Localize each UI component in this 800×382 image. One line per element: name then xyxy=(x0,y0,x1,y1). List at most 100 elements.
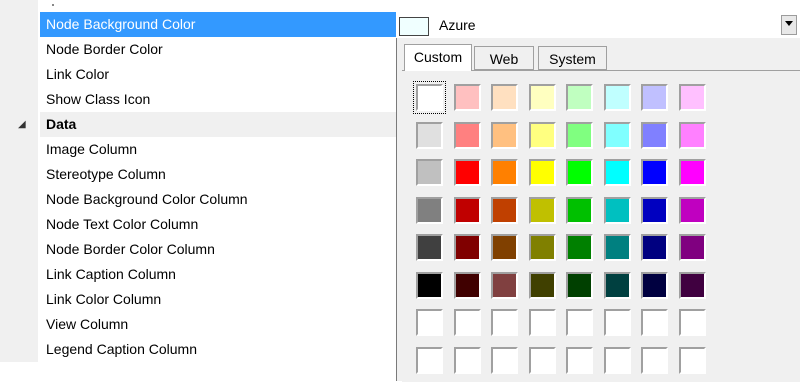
property-row[interactable]: View Column xyxy=(0,312,396,337)
property-label: Node Border Color xyxy=(46,41,163,57)
property-label: Link Color xyxy=(46,66,110,82)
color-swatch-cell[interactable] xyxy=(453,159,481,186)
property-label: Show Class Icon xyxy=(46,91,151,107)
color-swatch-cell[interactable] xyxy=(416,309,443,336)
color-swatch-cell[interactable] xyxy=(678,196,706,224)
color-swatch-cell[interactable] xyxy=(453,196,481,224)
color-swatch-cell[interactable] xyxy=(528,346,556,374)
property-row[interactable]: Node Background Color xyxy=(0,12,396,37)
color-swatch-cell[interactable] xyxy=(603,271,631,299)
color-swatch-cell[interactable] xyxy=(566,84,593,111)
color-swatch-cell[interactable] xyxy=(641,159,668,186)
color-swatch-cell[interactable] xyxy=(566,196,593,224)
color-swatch-cell[interactable] xyxy=(453,121,481,149)
color-swatch-cell[interactable] xyxy=(603,196,631,224)
color-swatch-cell[interactable] xyxy=(528,196,556,224)
color-swatch-cell[interactable] xyxy=(453,84,481,111)
color-swatch-cell[interactable] xyxy=(678,159,706,186)
property-row[interactable]: Show Class Icon xyxy=(0,87,396,112)
tab-web[interactable]: Web xyxy=(474,46,534,70)
scroll-remnant xyxy=(52,4,54,6)
color-swatch-cell[interactable] xyxy=(641,271,668,299)
property-row[interactable]: Image Column xyxy=(0,137,396,162)
color-swatch-cell[interactable] xyxy=(528,309,556,336)
property-label: Image Column xyxy=(46,141,138,157)
color-swatch-cell[interactable] xyxy=(566,271,593,299)
color-swatch-cell[interactable] xyxy=(528,159,556,186)
color-swatch-cell[interactable] xyxy=(566,159,593,186)
color-swatch-cell[interactable] xyxy=(678,234,706,261)
color-swatch-cell[interactable] xyxy=(641,121,668,149)
color-swatch-cell[interactable] xyxy=(528,271,556,299)
property-label: Node Text Color Column xyxy=(46,216,199,232)
collapse-triangle-icon[interactable]: ◢ xyxy=(18,112,26,137)
color-swatch-cell[interactable] xyxy=(491,346,518,374)
property-row[interactable]: Node Border Color Column xyxy=(0,237,396,262)
color-swatch-cell[interactable] xyxy=(566,234,593,261)
property-label: Stereotype Column xyxy=(46,166,166,182)
property-row[interactable]: Node Text Color Column xyxy=(0,212,396,237)
color-swatch-cell[interactable] xyxy=(566,121,593,149)
property-row[interactable]: Node Background Color Column xyxy=(0,187,396,212)
color-swatch-cell[interactable] xyxy=(491,121,518,149)
property-label: Link Color Column xyxy=(46,291,162,307)
dropdown-button[interactable] xyxy=(781,15,797,35)
color-swatch-cell[interactable] xyxy=(416,121,443,149)
category-label: Data xyxy=(46,116,77,132)
color-swatch-cell[interactable] xyxy=(416,346,443,374)
property-label: Node Background Color xyxy=(46,16,196,32)
color-swatch-cell[interactable] xyxy=(453,346,481,374)
property-row[interactable]: Node Border Color xyxy=(0,37,396,62)
property-grid: Node Background Color Node Border Color Li… xyxy=(0,0,396,362)
property-row[interactable]: Link Color xyxy=(0,62,396,87)
color-swatch-cell[interactable] xyxy=(416,234,443,261)
color-swatch-cell[interactable] xyxy=(528,121,556,149)
color-swatch-cell[interactable] xyxy=(491,196,518,224)
color-swatch-cell[interactable] xyxy=(491,271,518,299)
color-swatch-cell[interactable] xyxy=(491,159,518,186)
color-swatch-cell[interactable] xyxy=(603,121,631,149)
color-swatch-cell[interactable] xyxy=(641,234,668,261)
custom-palette-panel xyxy=(402,70,800,382)
color-swatch-cell[interactable] xyxy=(416,159,443,186)
color-picker-popup: Custom Web System xyxy=(396,38,800,382)
color-swatch-cell[interactable] xyxy=(491,309,518,336)
color-swatch-cell[interactable] xyxy=(416,271,443,299)
color-swatch-cell[interactable] xyxy=(491,84,518,111)
property-row[interactable]: Link Color Column xyxy=(0,287,396,312)
property-label: Node Background Color Column xyxy=(46,191,248,207)
property-row[interactable]: Stereotype Column xyxy=(0,162,396,187)
color-swatch-cell[interactable] xyxy=(453,309,481,336)
property-row[interactable]: Legend Caption Column xyxy=(0,337,396,362)
color-swatch-cell[interactable] xyxy=(678,121,706,149)
chevron-down-icon xyxy=(785,21,793,26)
color-swatch-cell[interactable] xyxy=(603,234,631,261)
color-swatch-cell[interactable] xyxy=(491,234,518,261)
property-row[interactable]: Link Caption Column xyxy=(0,262,396,287)
color-swatch-cell[interactable] xyxy=(603,346,631,374)
color-swatch-cell[interactable] xyxy=(678,84,706,111)
color-swatch-cell[interactable] xyxy=(678,346,706,374)
color-swatch-cell[interactable] xyxy=(528,234,556,261)
color-swatch-cell[interactable] xyxy=(641,84,668,111)
color-swatch-cell[interactable] xyxy=(603,159,631,186)
color-swatch-cell[interactable] xyxy=(413,81,446,114)
tab-custom[interactable]: Custom xyxy=(404,44,472,71)
color-swatch-cell[interactable] xyxy=(641,309,668,336)
tab-system[interactable]: System xyxy=(538,46,607,70)
color-swatch-cell[interactable] xyxy=(678,271,706,299)
color-swatch-cell[interactable] xyxy=(641,196,668,224)
color-value-editor[interactable]: Azure xyxy=(396,12,800,39)
color-swatch-cell[interactable] xyxy=(603,309,631,336)
row-cell xyxy=(40,112,396,137)
color-swatch-cell[interactable] xyxy=(416,196,443,224)
color-swatch-cell[interactable] xyxy=(453,271,481,299)
category-row[interactable]: ◢ Data xyxy=(0,112,396,137)
color-swatch-cell[interactable] xyxy=(566,309,593,336)
color-swatch-cell[interactable] xyxy=(528,84,556,111)
color-swatch-cell[interactable] xyxy=(641,346,668,374)
color-swatch-cell[interactable] xyxy=(678,309,706,336)
color-swatch-cell[interactable] xyxy=(603,84,631,111)
color-swatch-cell[interactable] xyxy=(453,234,481,261)
color-swatch-cell[interactable] xyxy=(566,346,593,374)
